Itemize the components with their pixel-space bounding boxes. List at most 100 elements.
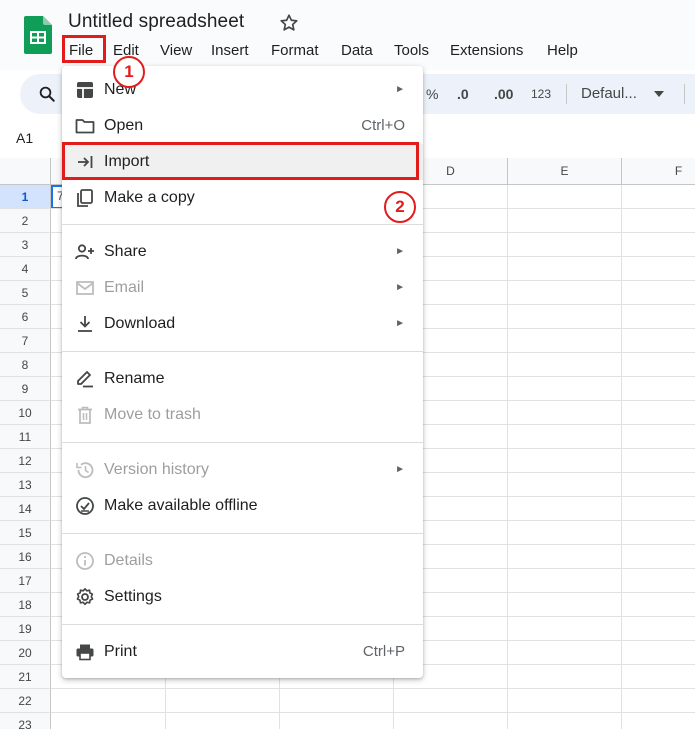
new-sheet-icon <box>77 82 93 98</box>
menu-insert[interactable]: Insert <box>204 40 256 62</box>
row-header[interactable]: 9 <box>0 377 51 401</box>
document-title[interactable]: Untitled spreadsheet <box>68 11 244 33</box>
menu-item-print[interactable]: Print Ctrl+P <box>62 634 423 670</box>
row-header[interactable]: 7 <box>0 329 51 353</box>
menu-item-label: Make a copy <box>104 189 195 206</box>
info-icon <box>76 552 94 570</box>
menu-item-version-history[interactable]: Version history ► <box>62 452 423 488</box>
row-header[interactable]: 14 <box>0 497 51 521</box>
row-header[interactable]: 18 <box>0 593 51 617</box>
menu-item-label: Rename <box>104 370 165 387</box>
grid-line <box>621 185 622 729</box>
row-header[interactable]: 10 <box>0 401 51 425</box>
menu-item-move-to-trash[interactable]: Move to trash <box>62 397 423 433</box>
chevron-down-icon[interactable] <box>654 90 664 98</box>
number-format-button[interactable]: 123 <box>531 74 551 114</box>
menu-item-details[interactable]: Details <box>62 543 423 579</box>
menu-item-label: Move to trash <box>104 406 201 423</box>
menu-item-label: Share <box>104 243 147 260</box>
history-icon <box>76 462 94 479</box>
step-badge-1: 1 <box>113 56 145 88</box>
search-icon[interactable] <box>38 85 56 103</box>
toolbar-divider <box>566 84 567 104</box>
column-header-f[interactable]: F <box>622 158 695 185</box>
submenu-arrow-icon: ► <box>395 84 405 95</box>
menu-item-settings[interactable]: Settings <box>62 579 423 615</box>
menu-item-share[interactable]: Share ► <box>62 234 423 270</box>
shortcut-hint: Ctrl+P <box>362 643 405 660</box>
menu-format[interactable]: Format <box>264 40 326 62</box>
row-header[interactable]: 23 <box>0 713 51 729</box>
download-icon <box>78 316 92 332</box>
folder-icon <box>75 119 95 134</box>
menu-tools[interactable]: Tools <box>387 40 436 62</box>
share-person-icon <box>75 244 94 260</box>
menu-item-make-available-offline[interactable]: Make available offline <box>62 488 423 524</box>
row-header[interactable]: 8 <box>0 353 51 377</box>
row-header[interactable]: 2 <box>0 209 51 233</box>
row-header[interactable]: 16 <box>0 545 51 569</box>
sheets-logo-icon[interactable] <box>24 16 52 54</box>
menu-item-label: Make available offline <box>104 497 258 514</box>
row-header[interactable]: 5 <box>0 281 51 305</box>
settings-icon <box>76 588 94 606</box>
row-header[interactable]: 6 <box>0 305 51 329</box>
percent-format-button[interactable]: % <box>426 74 438 114</box>
row-header[interactable]: 19 <box>0 617 51 641</box>
menu-item-label: Download <box>104 315 176 332</box>
trash-icon <box>78 406 92 424</box>
menu-help[interactable]: Help <box>540 40 585 62</box>
row-header[interactable]: 17 <box>0 569 51 593</box>
menu-divider <box>62 442 423 443</box>
row-header[interactable]: 15 <box>0 521 51 545</box>
menu-item-make-a-copy[interactable]: Make a copy <box>62 180 423 216</box>
star-icon[interactable] <box>278 12 300 34</box>
menu-data[interactable]: Data <box>334 40 380 62</box>
import-highlight <box>62 142 419 180</box>
menu-item-label: Settings <box>104 588 162 605</box>
print-icon <box>76 644 94 661</box>
menu-item-label: Email <box>104 279 145 296</box>
menu-item-label: Print <box>104 643 137 660</box>
step-badge-2: 2 <box>384 191 416 223</box>
row-header[interactable]: 12 <box>0 449 51 473</box>
rename-icon <box>77 371 93 388</box>
menu-divider <box>62 533 423 534</box>
menu-view[interactable]: View <box>153 40 199 62</box>
menu-item-rename[interactable]: Rename <box>62 361 423 397</box>
row-header[interactable]: 3 <box>0 233 51 257</box>
shortcut-hint: Ctrl+O <box>361 117 405 134</box>
menu-item-label: Details <box>104 552 153 569</box>
menu-item-label: Version history <box>104 461 209 478</box>
menu-divider <box>62 224 423 225</box>
menu-divider <box>62 624 423 625</box>
submenu-arrow-icon: ► <box>395 464 405 475</box>
name-box[interactable]: A1 <box>16 130 33 146</box>
row-header[interactable]: 11 <box>0 425 51 449</box>
submenu-arrow-icon: ► <box>395 282 405 293</box>
select-all-corner[interactable] <box>0 158 51 185</box>
file-menu-highlight <box>62 35 106 63</box>
row-header[interactable]: 13 <box>0 473 51 497</box>
column-header-e[interactable]: E <box>508 158 622 185</box>
submenu-arrow-icon: ► <box>395 246 405 257</box>
grid-line <box>51 688 695 689</box>
menu-item-label: Open <box>104 117 144 134</box>
copy-icon <box>77 189 93 207</box>
offline-icon <box>76 497 94 515</box>
toolbar-divider <box>684 84 685 104</box>
row-header[interactable]: 20 <box>0 641 51 665</box>
grid-line <box>507 185 508 729</box>
menu-item-open[interactable]: Open Ctrl+O <box>62 108 423 144</box>
menu-item-download[interactable]: Download ► <box>62 306 423 342</box>
row-header[interactable]: 21 <box>0 665 51 689</box>
menu-extensions[interactable]: Extensions <box>443 40 530 62</box>
row-header[interactable]: 1 <box>0 185 51 209</box>
submenu-arrow-icon: ► <box>395 318 405 329</box>
decrease-decimal-button[interactable]: .0 <box>457 74 469 114</box>
row-header[interactable]: 4 <box>0 257 51 281</box>
menu-item-email[interactable]: Email ► <box>62 270 423 306</box>
increase-decimal-button[interactable]: .00 <box>494 74 513 114</box>
row-header[interactable]: 22 <box>0 689 51 713</box>
font-select[interactable]: Defaul... <box>581 74 637 114</box>
